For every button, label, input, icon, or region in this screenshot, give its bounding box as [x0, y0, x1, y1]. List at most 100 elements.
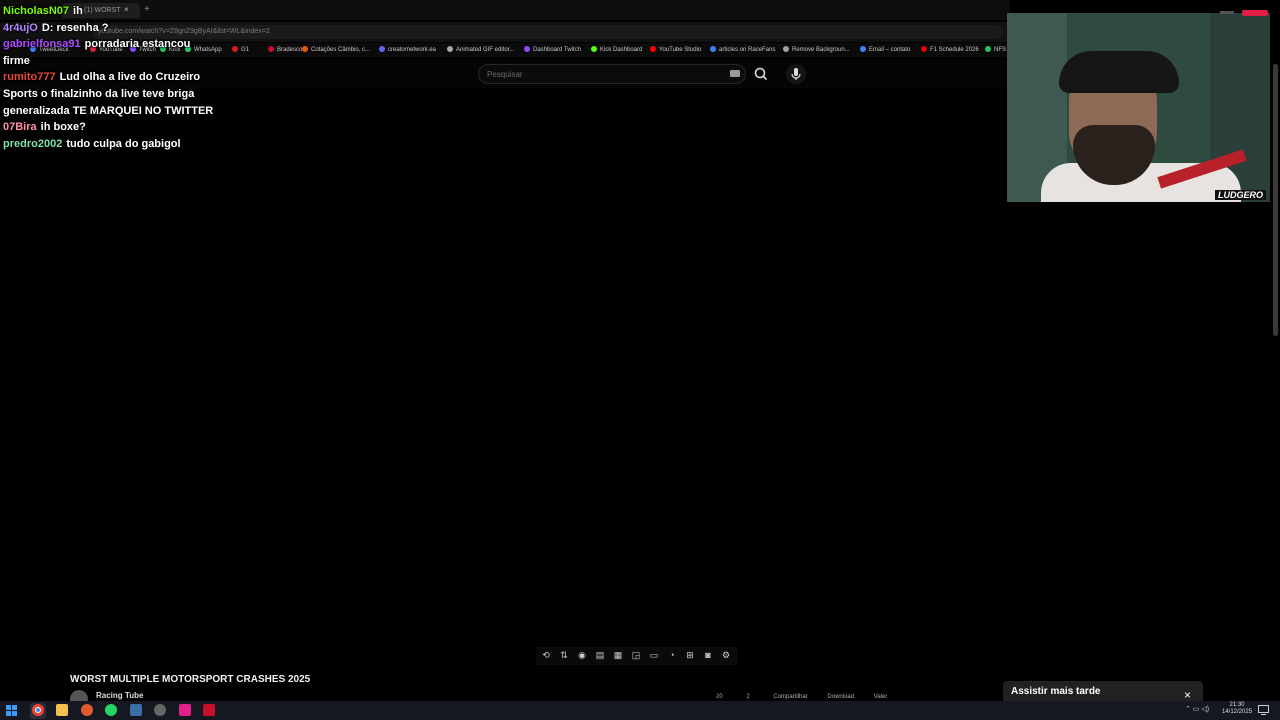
whatsapp-icon[interactable] — [105, 704, 117, 716]
bookmark-favicon-icon — [783, 46, 789, 52]
system-tray[interactable]: ⌃ ▭ ◁) — [1185, 705, 1209, 713]
bookmark-item[interactable]: Kick Dashboard — [591, 46, 642, 53]
clock-date: 14/12/2025 — [1222, 709, 1253, 715]
chat-username: predro2002 — [3, 137, 63, 150]
audio-icon[interactable]: ◉ — [576, 650, 588, 661]
bookmark-item[interactable]: articles on RaceFans — [710, 46, 775, 53]
loop-icon[interactable]: ⟲ — [540, 650, 552, 661]
steam-icon[interactable] — [130, 704, 142, 716]
taskbar — [0, 701, 1280, 720]
player-extension-toolbar: ⟲ ⇅ ◉ ▤ ▦ ◲ ▭ ◔ ⊞ ◙ ⚙ — [536, 647, 738, 665]
notification-icon[interactable] — [1258, 705, 1269, 715]
picture-in-picture-icon[interactable]: ◲ — [630, 650, 642, 661]
bookmark-favicon-icon — [710, 46, 716, 52]
screenshot-icon[interactable]: ◙ — [702, 650, 714, 661]
bookmark-favicon-icon — [985, 46, 991, 52]
bookmark-label: Email – contato — [869, 47, 911, 53]
bookmark-label: G1 — [241, 47, 250, 53]
bookmark-item[interactable]: YouTube Studio — [650, 46, 701, 53]
search-icon[interactable] — [752, 66, 770, 82]
share-button[interactable]: Compartilhar — [773, 694, 807, 700]
video-title: WORST MULTIPLE MOTORSPORT CRASHES 2025 — [70, 674, 311, 685]
bookmark-favicon-icon — [268, 46, 274, 52]
bookmark-label: Kick Dashboard — [600, 47, 643, 53]
bookmark-item[interactable]: Cotações Câmbio, c... — [302, 46, 370, 53]
thanks-button[interactable]: Valer — [874, 694, 888, 700]
url-field[interactable]: youtube.com/watch?v=Z8gnZ9gByAI&list=WL&… — [92, 25, 1002, 39]
bookmark-item[interactable]: Animated GIF editor... — [447, 46, 514, 53]
bookmark-item[interactable]: Remove Backgroun... — [783, 46, 850, 53]
chat-username: gabrielfonsa91 — [3, 38, 81, 51]
download-button[interactable]: Download — [827, 694, 854, 700]
racing-app-icon[interactable] — [203, 704, 215, 716]
bookmark-item[interactable]: F1 Schedule 2026 — [921, 46, 979, 53]
close-icon[interactable]: × — [1184, 688, 1191, 702]
windows-start-icon[interactable] — [6, 705, 17, 716]
bookmark-item[interactable]: creatornetwork.ea — [379, 46, 436, 53]
settings-icon[interactable] — [154, 704, 166, 716]
bookmark-label: Animated GIF editor... — [456, 47, 515, 53]
bookmark-favicon-icon — [447, 46, 453, 52]
bookmark-favicon-icon — [232, 46, 238, 52]
window-controls — [1220, 10, 1268, 16]
taskbar-clock[interactable]: 21:30 14/12/2025 — [1222, 702, 1252, 716]
bookmark-label: articles on RaceFans — [719, 47, 776, 53]
toast-message: Assistir mais tarde — [1011, 686, 1101, 697]
bookmark-favicon-icon — [860, 46, 866, 52]
chat-username: 4r4ujO — [3, 21, 38, 34]
chat-username: 07Bira — [3, 121, 37, 134]
bookmark-item[interactable]: G1 — [232, 46, 249, 53]
bookmark-label: creatornetwork.ea — [388, 47, 437, 53]
bookmark-label: NFS — [994, 47, 1006, 53]
chat-username: NicholasN07 — [3, 5, 70, 17]
chat-message: 4r4ujO D: resenha ? — [3, 20, 218, 37]
chat-message: 07Bira ih boxe? — [3, 119, 218, 136]
comments-button[interactable]: 2 — [746, 694, 749, 700]
chat-text: ih — [73, 5, 83, 17]
film-icon[interactable]: ▦ — [612, 650, 624, 661]
chat-message: NicholasN07 ih — [3, 3, 218, 20]
cinema-icon[interactable]: ▤ — [594, 650, 606, 661]
bookmark-item[interactable]: Email – contato — [860, 46, 910, 53]
search-input[interactable]: Pesquisar — [478, 64, 746, 84]
sort-icon[interactable]: ⇅ — [558, 650, 570, 661]
gear-icon[interactable]: ⚙ — [720, 650, 732, 661]
firefox-icon[interactable] — [81, 704, 93, 716]
webcam-feed: LUDGERO — [1007, 13, 1270, 202]
stream-chat-overlay: NicholasN07 ih 4r4ujO D: resenha ? gabrielfo… — [3, 3, 218, 152]
bookmark-favicon-icon — [524, 46, 530, 52]
bookmark-label: Remove Backgroun... — [792, 47, 850, 53]
microphone-icon — [791, 68, 801, 80]
bookmark-item[interactable]: NFS — [985, 46, 1006, 53]
channel-name[interactable]: Racing Tube — [96, 691, 143, 700]
bookmark-favicon-icon — [921, 46, 927, 52]
chat-message: predro2002 tudo culpa do gabigol — [3, 136, 218, 153]
chat-text: ih boxe? — [40, 121, 86, 134]
keyboard-icon[interactable] — [730, 70, 740, 77]
bookmark-label: Bradesco — [277, 47, 303, 53]
bookmark-label: F1 Schedule 2026 — [930, 47, 979, 53]
clock-time: 21:30 — [1229, 702, 1245, 708]
bookmark-label: YouTube Studio — [659, 47, 702, 53]
bookmark-item[interactable]: Bradesco — [268, 46, 302, 53]
bookmark-item[interactable]: Dashboard Twitch — [524, 46, 581, 53]
expand-icon[interactable]: ⊞ — [684, 650, 696, 661]
speed-icon[interactable]: ◔ — [666, 650, 678, 661]
bookmark-label: Dashboard Twitch — [533, 47, 581, 53]
window-icon[interactable]: ▭ — [648, 650, 660, 661]
bookmark-favicon-icon — [650, 46, 656, 52]
scrollbar[interactable] — [1273, 64, 1278, 336]
chat-message: gabrielfonsa91 porradaria estancou firme — [3, 36, 218, 69]
chat-username: rumito777 — [3, 71, 56, 84]
file-explorer-icon[interactable] — [56, 704, 68, 716]
webcam-logo: LUDGERO — [1215, 190, 1266, 200]
chat-text: D: resenha ? — [41, 21, 109, 34]
like-button[interactable]: 20 — [716, 694, 723, 700]
chrome-icon — [32, 704, 44, 716]
bookmark-favicon-icon — [302, 46, 308, 52]
bookmark-favicon-icon — [591, 46, 597, 52]
chat-message: rumito777 Lud olha a live do Cruzeiro Spo… — [3, 69, 218, 119]
video-actions: 20 2 Compartilhar Download Valer — [716, 694, 887, 700]
app-icon[interactable] — [179, 704, 191, 716]
microphone-button[interactable] — [786, 64, 806, 84]
